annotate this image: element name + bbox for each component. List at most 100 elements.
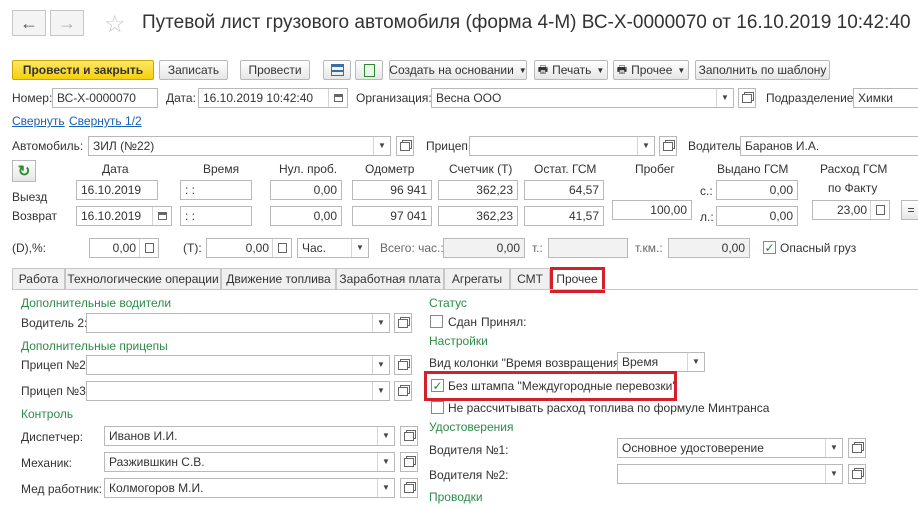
dropdown-icon[interactable]: ▼ [377,479,394,497]
tab-salary[interactable]: Заработная плата [336,268,444,289]
medic-field[interactable]: Колмогоров М.И. ▼ [104,478,395,498]
hazardous-cargo-checkbox[interactable]: ✓ [763,241,776,254]
mechanic-label: Механик: [21,456,72,470]
no-fuel-calc-checkbox[interactable] [431,401,444,414]
date-field[interactable]: 16.10.2019 10:42:40 [198,88,348,108]
back-button[interactable]: ← [12,10,46,36]
department-field[interactable]: Химки [853,88,918,108]
dropdown-icon[interactable]: ▼ [687,353,704,371]
dropdown-icon[interactable]: ▼ [372,356,389,374]
calendar-icon[interactable] [152,207,171,225]
forward-arrow-icon: → [58,12,76,33]
handed-checkbox[interactable] [430,315,443,328]
create-based-on-button[interactable]: Создать на основании ▼ [389,60,527,80]
open-license-driver2-button[interactable] [848,464,866,484]
departure-date[interactable]: 16.10.2019 [76,180,158,200]
departure-fuel-rest[interactable]: 64,57 [524,180,604,200]
movements-button[interactable] [355,60,383,80]
other-button[interactable]: 🖶 Прочее ▼ [613,60,689,80]
departure-time[interactable]: : : [180,180,252,200]
calendar-icon[interactable] [328,89,347,107]
open-mechanic-button[interactable] [400,452,418,472]
open-organization-button[interactable] [738,88,756,108]
tab-work[interactable]: Работа [12,268,65,289]
printer-icon: 🖶 [537,63,549,76]
print-button[interactable]: 🖶 Печать ▼ [534,60,608,80]
page-title: Путевой лист грузового автомобиля (форма… [142,12,911,33]
favorite-star-icon[interactable]: ☆ [104,10,126,39]
equals-button[interactable]: = [901,200,918,220]
post-and-close-button[interactable]: Провести и закрыть [12,60,154,80]
dropdown-icon[interactable]: ▼ [351,239,368,257]
t-field[interactable]: 0,00 [206,238,292,258]
mechanic-field[interactable]: Разжившкин С.В. ▼ [104,452,395,472]
open-trailer2-button[interactable] [394,355,412,375]
dropdown-icon[interactable]: ▼ [377,427,394,445]
return-counter[interactable]: 362,23 [438,206,518,226]
return-date[interactable]: 16.10.2019 [76,206,172,226]
view-column-select[interactable]: Время ▼ [617,352,705,372]
dropdown-icon[interactable]: ▼ [372,382,389,400]
d-percent-field[interactable]: 0,00 [89,238,159,258]
open-license-driver1-button[interactable] [848,438,866,458]
dispatcher-value: Иванов И.И. [109,429,178,443]
date-label: Дата: [166,91,196,105]
unit-select[interactable]: Час. ▼ [297,238,369,258]
open-form-icon [398,386,408,396]
trailer3-field[interactable]: ▼ [86,381,390,401]
save-button[interactable]: Записать [159,60,228,80]
structure-button[interactable] [323,60,351,80]
vehicle-field[interactable]: ЗИЛ (№22) ▼ [88,136,391,156]
return-fuel-rest[interactable]: 41,57 [524,206,604,226]
number-field[interactable]: ВС-Х-0000070 [52,88,158,108]
calculator-icon[interactable] [139,239,158,257]
open-driver2-button[interactable] [394,313,412,333]
dropdown-icon[interactable]: ▼ [372,314,389,332]
collapse-link[interactable]: Свернуть [12,114,65,128]
calculator-icon[interactable] [272,239,291,257]
t-value: 0,00 [245,241,269,255]
trailer2-field[interactable]: ▼ [86,355,390,375]
dropdown-icon[interactable]: ▼ [716,89,733,107]
refresh-button[interactable]: ↻ [12,160,36,182]
issued-l-field[interactable]: 0,00 [716,206,798,226]
dropdown-icon[interactable]: ▼ [373,137,390,155]
tab-units[interactable]: Агрегаты [444,268,510,289]
open-vehicle-button[interactable] [396,136,414,156]
license-driver1-field[interactable]: Основное удостоверение ▼ [617,438,843,458]
forward-button[interactable]: → [50,10,84,36]
dispatcher-field[interactable]: Иванов И.И. ▼ [104,426,395,446]
return-date-value: 16.10.2019 [81,209,142,223]
open-trailer3-button[interactable] [394,381,412,401]
open-medic-button[interactable] [400,478,418,498]
return-zero-run[interactable]: 0,00 [270,206,342,226]
dropdown-icon[interactable]: ▼ [637,137,654,155]
open-trailer-button[interactable] [659,136,677,156]
return-time[interactable]: : : [180,206,252,226]
tab-tech-operations[interactable]: Технологические операции [65,268,221,289]
open-dispatcher-button[interactable] [400,426,418,446]
license-driver2-field[interactable]: ▼ [617,464,843,484]
open-form-icon [398,318,408,328]
fact-field[interactable]: 23,00 [812,200,890,220]
dropdown-icon[interactable]: ▼ [377,453,394,471]
dropdown-icon[interactable]: ▼ [825,439,842,457]
trailer-field[interactable]: ▼ [469,136,655,156]
driver2-field[interactable]: ▼ [86,313,390,333]
tab-fuel-movement[interactable]: Движение топлива [221,268,336,289]
issued-s-field[interactable]: 0,00 [716,180,798,200]
collapse-half-link[interactable]: Свернуть 1/2 [69,114,142,128]
driver-field[interactable]: Баранов И.А. [740,136,918,156]
calculator-icon[interactable] [870,201,889,219]
departure-zero-run[interactable]: 0,00 [270,180,342,200]
return-odometer[interactable]: 97 041 [352,206,432,226]
tab-smt[interactable]: СМТ [510,268,550,289]
departure-counter[interactable]: 362,23 [438,180,518,200]
departure-odometer[interactable]: 96 941 [352,180,432,200]
mileage-field[interactable]: 100,00 [612,200,692,220]
dropdown-icon[interactable]: ▼ [825,465,842,483]
fill-by-template-button[interactable]: Заполнить по шаблону [695,60,830,80]
open-form-icon [852,469,862,479]
post-button[interactable]: Провести [240,60,310,80]
organization-field[interactable]: Весна ООО ▼ [431,88,734,108]
